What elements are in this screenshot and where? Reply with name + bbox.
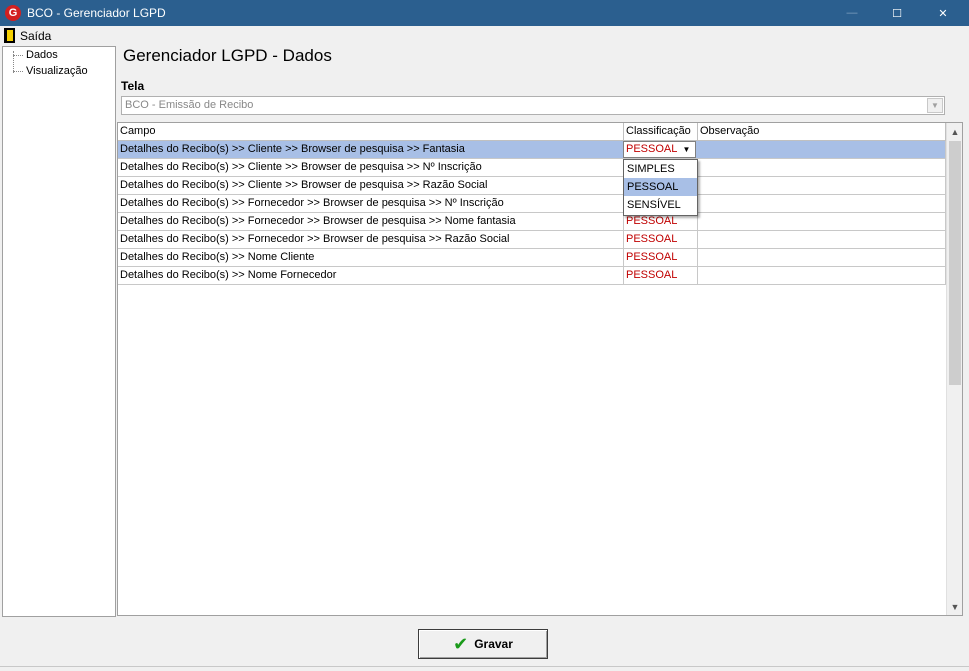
tree-item-label: Visualização bbox=[26, 65, 88, 77]
scrollbar-thumb[interactable] bbox=[949, 141, 961, 385]
table-row[interactable]: Detalhes do Recibo(s) >> Fornecedor >> B… bbox=[118, 213, 946, 231]
chevron-down-icon[interactable]: ▼ bbox=[680, 143, 693, 156]
cell-campo[interactable]: Detalhes do Recibo(s) >> Cliente >> Brow… bbox=[118, 177, 624, 194]
grid-header: Campo Classificação Observação bbox=[118, 123, 946, 141]
cell-campo[interactable]: Detalhes do Recibo(s) >> Nome Cliente bbox=[118, 249, 624, 266]
cell-observacao[interactable] bbox=[698, 231, 946, 248]
checkmark-icon: ✔ bbox=[453, 633, 469, 654]
chevron-down-icon[interactable]: ▼ bbox=[927, 98, 943, 113]
page-title: Gerenciador LGPD - Dados bbox=[123, 46, 332, 65]
cell-observacao[interactable] bbox=[698, 249, 946, 266]
classification-dropdown: SIMPLES PESSOAL SENSÍVEL bbox=[623, 159, 698, 216]
table-row[interactable]: Detalhes do Recibo(s) >> Nome Cliente PE… bbox=[118, 249, 946, 267]
status-panel bbox=[0, 666, 140, 670]
cell-classificacao[interactable]: PESSOAL bbox=[624, 267, 698, 284]
cell-observacao[interactable] bbox=[698, 267, 946, 284]
status-panel bbox=[140, 666, 830, 670]
classification-editor[interactable]: PESSOAL ▼ bbox=[623, 141, 696, 158]
cell-observacao[interactable] bbox=[698, 177, 946, 194]
tree-item-dados[interactable]: Dados bbox=[13, 49, 58, 61]
status-panel bbox=[830, 666, 969, 670]
table-row[interactable]: Detalhes do Recibo(s) >> Cliente >> Brow… bbox=[118, 141, 946, 159]
tree-branch bbox=[13, 70, 23, 72]
column-header-classificacao[interactable]: Classificação bbox=[624, 123, 698, 141]
minimize-button[interactable]: — bbox=[829, 0, 875, 26]
data-grid: Campo Classificação Observação Detalhes … bbox=[117, 122, 963, 616]
tela-select-value: BCO - Emissão de Recibo bbox=[125, 99, 254, 111]
cell-observacao[interactable] bbox=[698, 195, 946, 212]
column-header-campo[interactable]: Campo bbox=[118, 123, 624, 141]
scroll-down-icon[interactable]: ▼ bbox=[947, 598, 962, 615]
cell-campo[interactable]: Detalhes do Recibo(s) >> Fornecedor >> B… bbox=[118, 213, 624, 230]
table-row[interactable]: Detalhes do Recibo(s) >> Fornecedor >> B… bbox=[118, 231, 946, 249]
dropdown-option-pessoal[interactable]: PESSOAL bbox=[624, 178, 697, 196]
tela-label: Tela bbox=[121, 79, 145, 93]
menu-exit[interactable]: Saída bbox=[20, 29, 51, 43]
close-button[interactable]: ✕ bbox=[920, 0, 966, 26]
cell-campo[interactable]: Detalhes do Recibo(s) >> Nome Fornecedor bbox=[118, 267, 624, 284]
dropdown-option-sensivel[interactable]: SENSÍVEL bbox=[624, 196, 697, 214]
table-row[interactable]: Detalhes do Recibo(s) >> Fornecedor >> B… bbox=[118, 195, 946, 213]
cell-observacao[interactable] bbox=[698, 159, 946, 176]
dropdown-option-simples[interactable]: SIMPLES bbox=[624, 160, 697, 178]
cell-campo[interactable]: Detalhes do Recibo(s) >> Fornecedor >> B… bbox=[118, 195, 624, 212]
save-button[interactable]: ✔ Gravar bbox=[418, 629, 548, 659]
tree-branch bbox=[13, 54, 23, 56]
exit-door-icon[interactable] bbox=[4, 28, 15, 43]
cell-campo[interactable]: Detalhes do Recibo(s) >> Fornecedor >> B… bbox=[118, 231, 624, 248]
table-row[interactable]: Detalhes do Recibo(s) >> Cliente >> Brow… bbox=[118, 177, 946, 195]
tela-select[interactable]: BCO - Emissão de Recibo ▼ bbox=[121, 96, 945, 115]
window-title: BCO - Gerenciador LGPD bbox=[27, 6, 166, 20]
vertical-scrollbar[interactable]: ▲ ▼ bbox=[946, 123, 962, 615]
tree-item-visualizacao[interactable]: Visualização bbox=[13, 65, 88, 77]
table-row[interactable]: Detalhes do Recibo(s) >> Nome Fornecedor… bbox=[118, 267, 946, 285]
tree-item-label: Dados bbox=[26, 49, 58, 61]
save-button-label: Gravar bbox=[474, 637, 513, 651]
cell-observacao[interactable] bbox=[698, 141, 946, 158]
app-icon: G bbox=[5, 5, 21, 21]
column-header-observacao[interactable]: Observação bbox=[698, 123, 946, 141]
cell-classificacao[interactable]: PESSOAL bbox=[624, 249, 698, 266]
scroll-up-icon[interactable]: ▲ bbox=[947, 123, 962, 140]
title-bar: G BCO - Gerenciador LGPD — ☐ ✕ bbox=[0, 0, 969, 26]
maximize-button[interactable]: ☐ bbox=[874, 0, 920, 26]
cell-campo[interactable]: Detalhes do Recibo(s) >> Cliente >> Brow… bbox=[118, 141, 624, 158]
classification-editor-value: PESSOAL bbox=[626, 143, 678, 155]
cell-classificacao[interactable]: PESSOAL bbox=[624, 231, 698, 248]
table-row[interactable]: Detalhes do Recibo(s) >> Cliente >> Brow… bbox=[118, 159, 946, 177]
cell-observacao[interactable] bbox=[698, 213, 946, 230]
menu-bar: Saída bbox=[0, 26, 969, 45]
cell-campo[interactable]: Detalhes do Recibo(s) >> Cliente >> Brow… bbox=[118, 159, 624, 176]
navigation-tree: Dados Visualização bbox=[2, 46, 116, 617]
status-bar bbox=[0, 666, 969, 671]
